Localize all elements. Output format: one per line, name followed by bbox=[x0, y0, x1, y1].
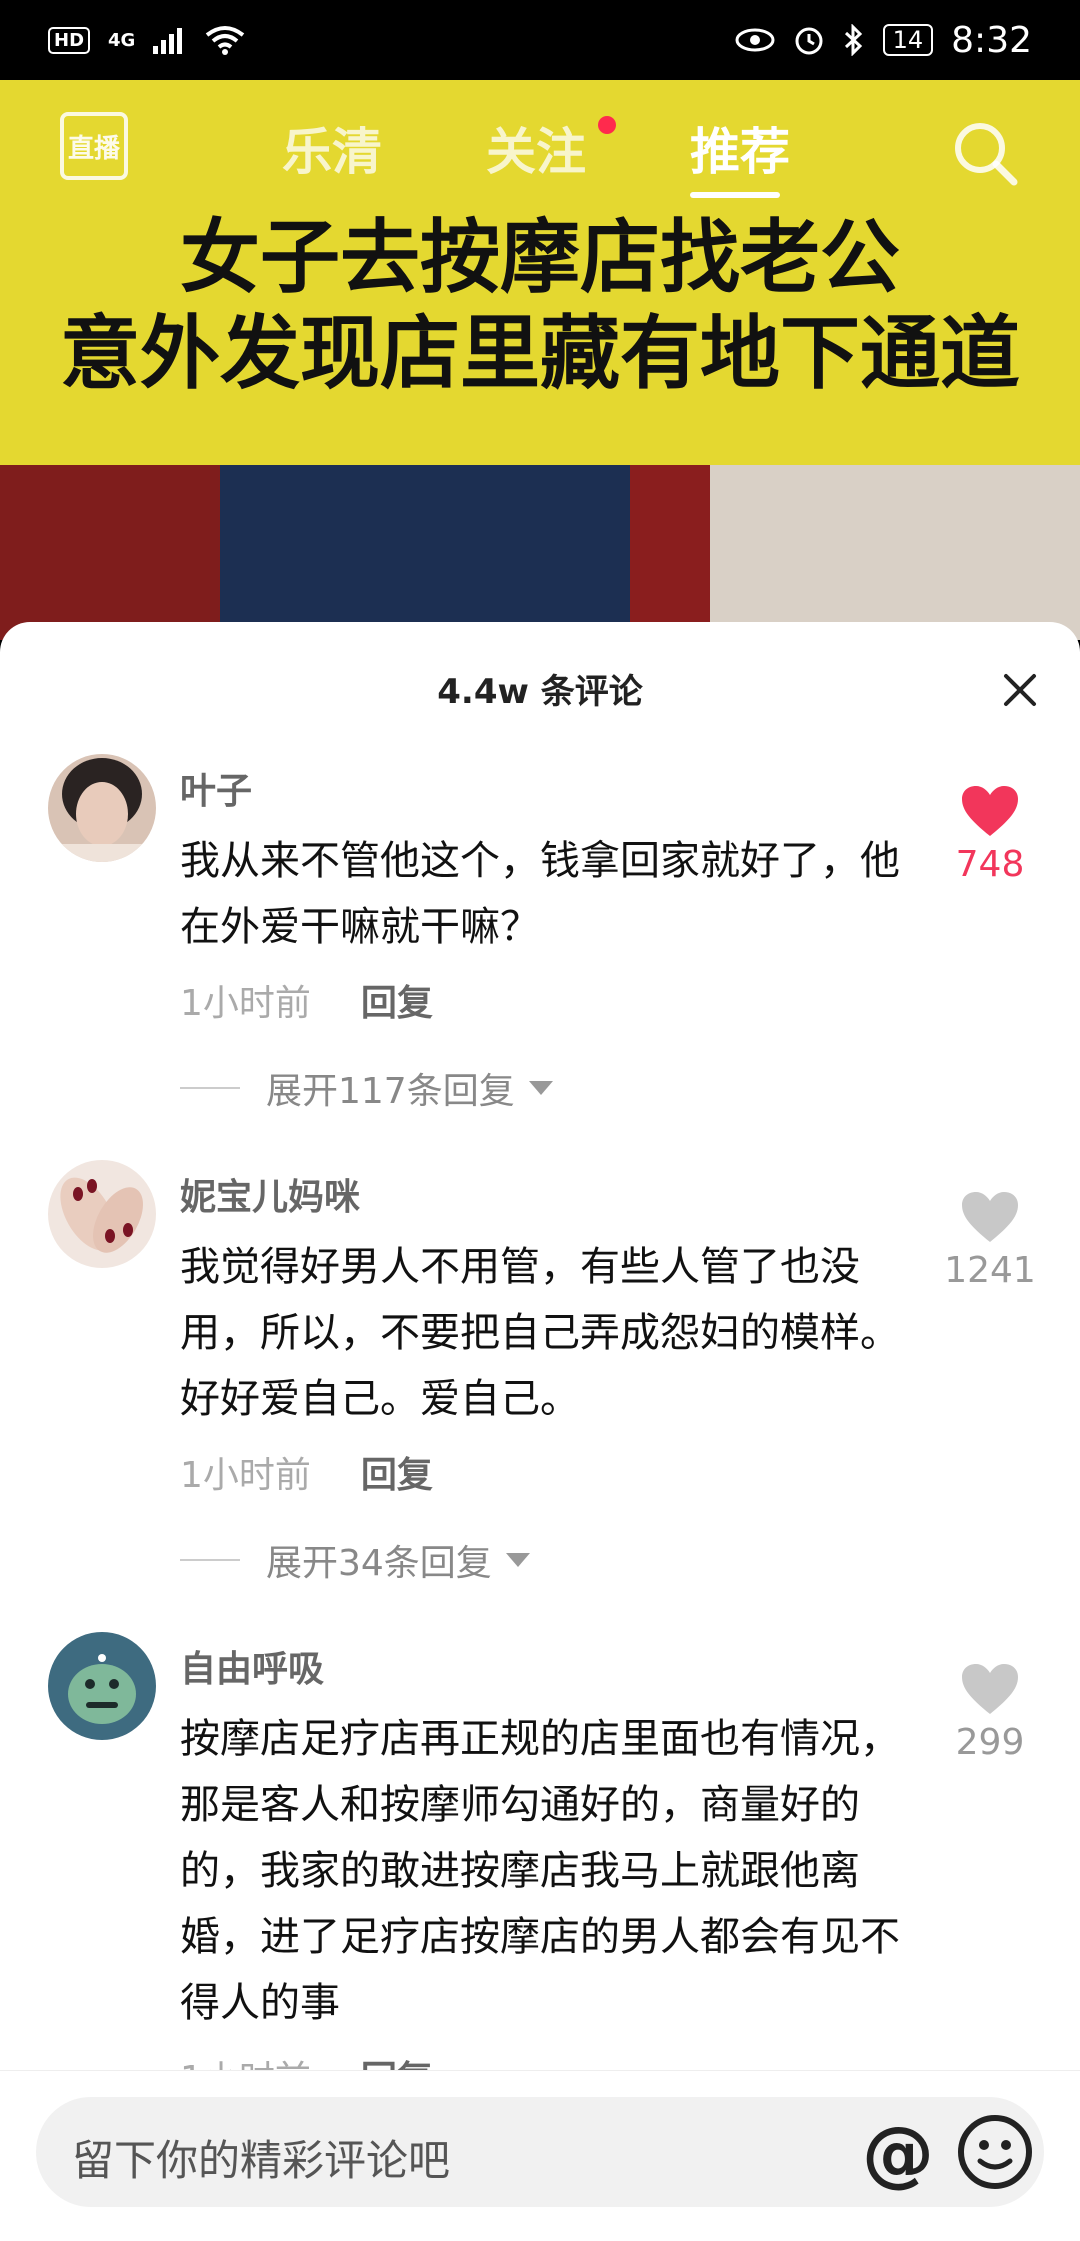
headline-line-1: 女子去按摩店找老公 bbox=[180, 211, 900, 304]
active-tab-indicator bbox=[690, 192, 780, 198]
comment-item: 叶子 我从来不管他这个，钱拿回家就好了，他在外爱干嘛就干嘛？ 1小时前 回复 展… bbox=[0, 754, 1080, 1114]
tab-leqing[interactable]: 乐清 bbox=[282, 112, 382, 184]
comment-text: 我从来不管他这个，钱拿回家就好了，他在外爱干嘛就干嘛？ bbox=[180, 838, 900, 950]
battery-level: 14 bbox=[882, 24, 934, 56]
close-icon[interactable] bbox=[1000, 670, 1040, 710]
search-icon[interactable] bbox=[950, 118, 1020, 188]
avatar[interactable] bbox=[48, 1160, 156, 1268]
video-scene bbox=[710, 465, 1080, 640]
like-count: 299 bbox=[955, 1722, 1025, 1763]
tab-recommended[interactable]: 推荐 bbox=[690, 112, 790, 184]
like-button[interactable]: 748 bbox=[940, 784, 1040, 885]
comment-item: 自由呼吸 按摩店足疗店再正规的店里面也有情况，那是客人和按摩师勾通好的，商量好的… bbox=[0, 1632, 1080, 2102]
comment-sheet: 4.4w 条评论 叶子 我从来不管他这个，钱拿回家就好了，他在外爱干嘛就干嘛？ … bbox=[0, 622, 1080, 2240]
expand-replies-button[interactable]: 展开34条回复 bbox=[180, 1534, 900, 1586]
comment-input-bar: 留下你的精彩评论吧 @ bbox=[0, 2070, 1080, 2241]
comment-username[interactable]: 自由呼吸 bbox=[180, 1632, 900, 1692]
notification-dot bbox=[598, 116, 616, 134]
expand-replies-label: 展开34条回复 bbox=[266, 1543, 492, 1584]
comment-input-placeholder: 留下你的精彩评论吧 bbox=[72, 2136, 451, 2185]
comment-item: 妮宝儿妈咪 我觉得好男人不用管，有些人管了也没用，所以，不要把自己弄成怨妇的模样… bbox=[0, 1160, 1080, 1586]
emoji-icon[interactable] bbox=[956, 2113, 1034, 2191]
chevron-down-icon bbox=[505, 1553, 530, 1567]
eye-icon bbox=[735, 28, 775, 52]
video-headline: 女子去按摩店找老公 意外发现店里藏有地下通道 bbox=[0, 210, 1080, 402]
expand-replies-label: 展开117条回复 bbox=[266, 1071, 515, 1112]
sheet-header: 4.4w 条评论 bbox=[0, 622, 1080, 752]
video-scene bbox=[220, 465, 660, 640]
reply-button[interactable]: 回复 bbox=[361, 1446, 433, 1498]
alarm-icon bbox=[795, 27, 823, 55]
reply-button[interactable]: 回复 bbox=[361, 974, 433, 1026]
like-button[interactable]: 299 bbox=[940, 1662, 1040, 1763]
video-scene bbox=[0, 465, 220, 640]
hd-indicator: HD bbox=[48, 26, 91, 54]
wifi-icon bbox=[206, 26, 245, 55]
mention-icon[interactable]: @ bbox=[862, 2111, 934, 2195]
divider bbox=[180, 1559, 240, 1561]
bluetooth-icon bbox=[844, 24, 862, 56]
like-count: 748 bbox=[955, 844, 1025, 885]
top-nav: 直播 乐清 关注 推荐 bbox=[0, 100, 1080, 210]
heart-outline-icon bbox=[962, 1192, 1018, 1242]
headline-line-2: 意外发现店里藏有地下通道 bbox=[60, 307, 1020, 400]
video-scene bbox=[630, 465, 710, 640]
clock: 8:32 bbox=[951, 19, 1032, 61]
comment-username[interactable]: 妮宝儿妈咪 bbox=[180, 1160, 900, 1220]
comment-input[interactable]: 留下你的精彩评论吧 @ bbox=[36, 2097, 1044, 2207]
comment-time: 1小时前 bbox=[180, 1455, 311, 1496]
live-icon[interactable]: 直播 bbox=[60, 112, 128, 180]
heart-icon bbox=[962, 786, 1018, 836]
avatar[interactable] bbox=[48, 1632, 156, 1740]
status-bar: HD 4G 14 8:32 bbox=[0, 0, 1080, 80]
divider bbox=[180, 1087, 240, 1089]
comment-text: 我觉得好男人不用管，有些人管了也没用，所以，不要把自己弄成怨妇的模样。好好爱自己… bbox=[180, 1244, 900, 1422]
like-button[interactable]: 1241 bbox=[940, 1190, 1040, 1291]
like-count: 1241 bbox=[944, 1250, 1036, 1291]
signal-icon bbox=[153, 28, 183, 54]
chevron-down-icon bbox=[528, 1081, 553, 1095]
heart-outline-icon bbox=[962, 1664, 1018, 1714]
expand-replies-button[interactable]: 展开117条回复 bbox=[180, 1062, 900, 1114]
comment-username[interactable]: 叶子 bbox=[180, 754, 900, 814]
comment-time: 1小时前 bbox=[180, 983, 311, 1024]
comment-count-title: 4.4w 条评论 bbox=[437, 672, 643, 712]
live-label: 直播 bbox=[67, 133, 120, 164]
comment-text: 按摩店足疗店再正规的店里面也有情况，那是客人和按摩师勾通好的，商量好的的，我家的… bbox=[180, 1716, 900, 2026]
network-type: 4G bbox=[108, 29, 136, 51]
avatar[interactable] bbox=[48, 754, 156, 862]
tab-following[interactable]: 关注 bbox=[486, 112, 586, 184]
